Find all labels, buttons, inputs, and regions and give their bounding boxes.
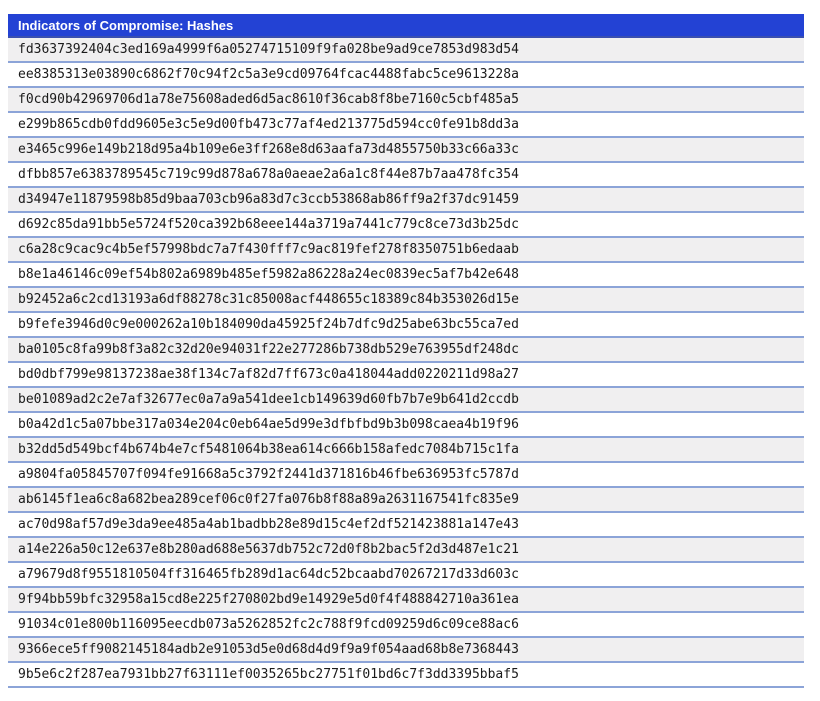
page: Indicators of Compromise: Hashes fd36373… xyxy=(0,0,820,701)
hash-row: e299b865cdb0fdd9605e3c5e9d00fb473c77af4e… xyxy=(8,113,804,138)
hash-row: f0cd90b42969706d1a78e75608aded6d5ac8610f… xyxy=(8,88,804,113)
hash-row: 91034c01e800b116095eecdb073a5262852fc2c7… xyxy=(8,613,804,638)
hash-row: be01089ad2c2e7af32677ec0a7a9a541dee1cb14… xyxy=(8,388,804,413)
hash-row-list: fd3637392404c3ed169a4999f6a05274715109f9… xyxy=(8,38,804,688)
hash-row: fd3637392404c3ed169a4999f6a05274715109f9… xyxy=(8,38,804,63)
hash-row: dfbb857e6383789545c719c99d878a678a0aeae2… xyxy=(8,163,804,188)
hash-row: b0a42d1c5a07bbe317a034e204c0eb64ae5d99e3… xyxy=(8,413,804,438)
hash-row: ee8385313e03890c6862f70c94f2c5a3e9cd0976… xyxy=(8,63,804,88)
hash-row: a9804fa05845707f094fe91668a5c3792f2441d3… xyxy=(8,463,804,488)
hash-row: d34947e11879598b85d9baa703cb96a83d7c3ccb… xyxy=(8,188,804,213)
table-title: Indicators of Compromise: Hashes xyxy=(8,14,804,38)
hash-row: 9b5e6c2f287ea7931bb27f63111ef0035265bc27… xyxy=(8,663,804,688)
hash-row: ba0105c8fa99b8f3a82c32d20e94031f22e27728… xyxy=(8,338,804,363)
hash-row: b8e1a46146c09ef54b802a6989b485ef5982a862… xyxy=(8,263,804,288)
hash-row: a14e226a50c12e637e8b280ad688e5637db752c7… xyxy=(8,538,804,563)
hash-row: b9fefe3946d0c9e000262a10b184090da45925f2… xyxy=(8,313,804,338)
hash-row: e3465c996e149b218d95a4b109e6e3ff268e8d63… xyxy=(8,138,804,163)
hash-row: ac70d98af57d9e3da9ee485a4ab1badbb28e89d1… xyxy=(8,513,804,538)
hash-row: ab6145f1ea6c8a682bea289cef06c0f27fa076b8… xyxy=(8,488,804,513)
hash-row: b92452a6c2cd13193a6df88278c31c85008acf44… xyxy=(8,288,804,313)
hash-row: 9366ece5ff9082145184adb2e91053d5e0d68d4d… xyxy=(8,638,804,663)
hash-row: c6a28c9cac9c4b5ef57998bdc7a7f430fff7c9ac… xyxy=(8,238,804,263)
hash-row: d692c85da91bb5e5724f520ca392b68eee144a37… xyxy=(8,213,804,238)
hash-row: a79679d8f9551810504ff316465fb289d1ac64dc… xyxy=(8,563,804,588)
hash-row: 9f94bb59bfc32958a15cd8e225f270802bd9e149… xyxy=(8,588,804,613)
hash-row: bd0dbf799e98137238ae38f134c7af82d7ff673c… xyxy=(8,363,804,388)
hash-row: b32dd5d549bcf4b674b4e7cf5481064b38ea614c… xyxy=(8,438,804,463)
ioc-hash-table: Indicators of Compromise: Hashes fd36373… xyxy=(8,14,804,688)
